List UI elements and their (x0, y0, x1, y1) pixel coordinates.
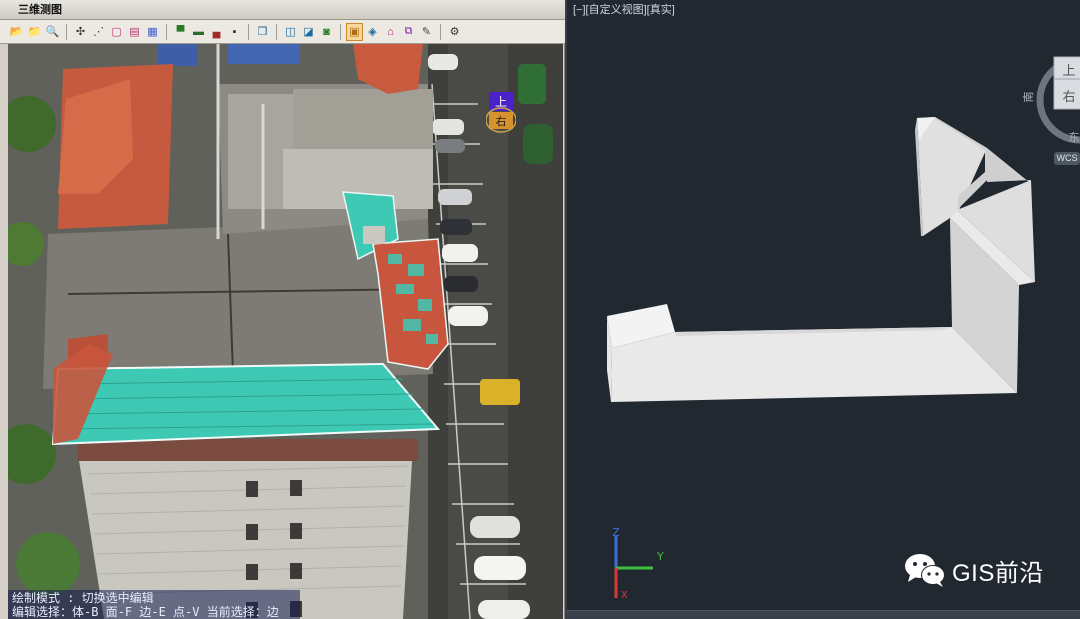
box-icon[interactable]: ▢ (108, 23, 125, 41)
shape-edit-icon[interactable]: ⌂ (382, 23, 399, 41)
toolbar-separator (66, 23, 67, 40)
compass-east-label: 东 (1069, 131, 1080, 144)
view-box-icon[interactable]: ◫ (282, 23, 299, 41)
viewport-label[interactable]: [−][自定义视图][真实] (573, 1, 675, 17)
status-overlay: 绘制模式 : 切换选中编辑 编辑选择：体-B 面-F 边-E 点-V 当前选择：… (8, 590, 300, 619)
panel-title: 三维测图 (0, 0, 565, 20)
point-pick-icon[interactable]: ✣ (72, 23, 89, 41)
camera-icon[interactable]: ◙ (318, 23, 335, 41)
toolbar-separator (166, 23, 167, 40)
folder-icon[interactable]: 📁 (26, 23, 43, 41)
note-icon[interactable]: ✎ (418, 23, 435, 41)
layers-icon[interactable]: ❐ (254, 23, 271, 41)
toolbar: 📂 📁 🔍 ✣ ⋰ ▢ ▤ ▦ ▀ ▬ ▄ ▪ ❐ ◫ ◪ ◙ ▣ ◈ ⌂ ⧉ ✎ ⚙ (0, 20, 565, 44)
oblique-photo-scene (8, 44, 563, 619)
status-line-mode: 绘制模式 : 切换选中编辑 (12, 591, 154, 605)
photo-search-icon[interactable]: 🔍 (44, 23, 61, 41)
app-window: 三维测图 📂 📁 🔍 ✣ ⋰ ▢ ▤ ▦ ▀ ▬ ▄ ▪ ❐ ◫ ◪ ◙ ▣ ◈ ⌂ ⧉ ✎ ⚙ (0, 0, 1080, 619)
copy-shape-icon[interactable]: ⧉ (400, 23, 417, 41)
cube-active-icon[interactable]: ▣ (346, 22, 363, 41)
left-panel-3d-mapping: 三维测图 📂 📁 🔍 ✣ ⋰ ▢ ▤ ▦ ▀ ▬ ▄ ▪ ❐ ◫ ◪ ◙ ▣ ◈ ⌂ ⧉ ✎ ⚙ (0, 0, 565, 619)
settings-icon[interactable]: ⚙ (446, 23, 463, 41)
grid-icon[interactable]: ▦ (144, 23, 161, 41)
toolbar-separator (440, 23, 441, 40)
compass-top-label: 上 (1062, 64, 1075, 79)
nav-cube-front-label: 右 (496, 114, 507, 128)
ucs-axis-icon: Z Y X (612, 528, 664, 601)
wechat-icon (905, 554, 945, 587)
layer-gray-icon[interactable]: ▪ (226, 23, 243, 41)
roof-face-main (611, 327, 1017, 402)
cad-3d-model (607, 117, 1035, 402)
view-cube-small[interactable]: 上 右 (486, 90, 516, 138)
view-edge-icon[interactable]: ◪ (300, 23, 317, 41)
edit-points-icon[interactable]: ⋰ (90, 23, 107, 41)
toolbar-separator (248, 23, 249, 40)
cube-edit-icon[interactable]: ◈ (364, 23, 381, 41)
ucs-z-label: Z (612, 528, 620, 539)
toolbar-separator (340, 23, 341, 40)
compass-south-label: 南 (1022, 92, 1035, 103)
compass-right-label: 右 (1062, 90, 1075, 105)
layer-up-icon[interactable]: ▀ (172, 23, 189, 41)
wcs-button[interactable]: WCS (1054, 152, 1080, 165)
layer-down-icon[interactable]: ▄ (208, 23, 225, 41)
horizontal-scrollbar[interactable] (567, 610, 1080, 619)
ucs-y-label: Y (656, 550, 664, 563)
oblique-model-viewport[interactable]: 上 右 绘制模式 : 切换选中编辑 编辑选择：体-B 面-F 边-E 点-V 当… (8, 44, 563, 619)
open-folder-icon[interactable]: 📂 (8, 23, 25, 41)
ucs-x-label: X (621, 590, 628, 601)
nav-cube-top-label: 上 (495, 95, 507, 109)
right-panel-cad-view[interactable]: [−][自定义视图][真实] 上 右 南 东 WCS Z Y X GIS前沿 (567, 0, 1080, 619)
status-line-selection: 编辑选择：体-B 面-F 边-E 点-V 当前选择：边 (12, 605, 279, 619)
watermark: GIS前沿 (904, 552, 1044, 588)
toolbar-separator (276, 23, 277, 40)
layer-mid-icon[interactable]: ▬ (190, 23, 207, 41)
watermark-text: GIS前沿 (952, 559, 1044, 587)
faces-icon[interactable]: ▤ (126, 23, 143, 41)
